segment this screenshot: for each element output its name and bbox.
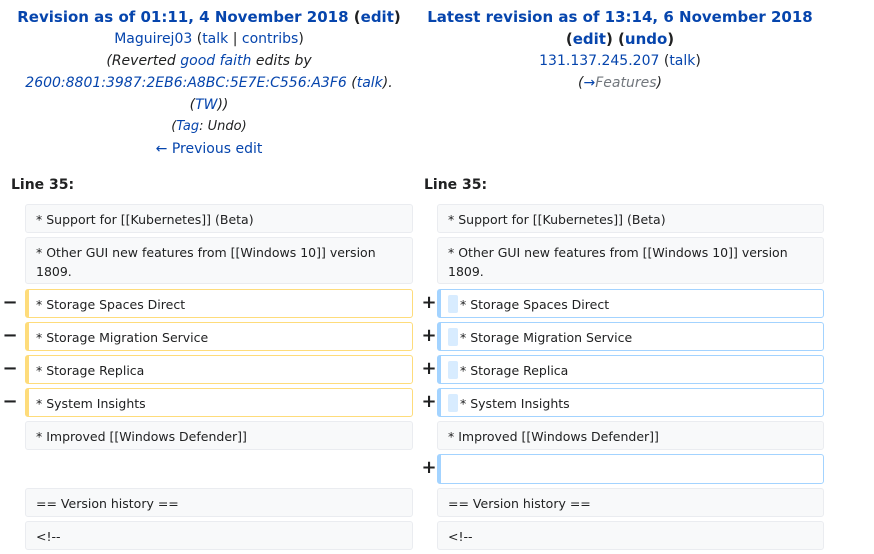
right-revision-link[interactable]: Latest revision as of 13:14, 6 November … (427, 8, 812, 26)
left-talk-link[interactable]: talk (202, 31, 228, 47)
added-line-marker: + (421, 292, 437, 313)
right-summary: (→Features) (578, 75, 662, 91)
context-line-left: * Support for [[Kubernetes]] (Beta) (25, 204, 413, 233)
section-name: Features (595, 75, 657, 91)
added-line: * Storage Migration Service (437, 322, 824, 351)
added-line: * Storage Spaces Direct (437, 289, 824, 318)
left-revision-link[interactable]: Revision as of 01:11, 4 November 2018 (17, 8, 348, 26)
previous-edit-link[interactable]: ← Previous edit (156, 141, 263, 157)
left-contribs-link[interactable]: contribs (242, 31, 298, 47)
added-line: * System Insights (437, 388, 824, 417)
deleted-line: * Storage Spaces Direct (25, 289, 413, 318)
tag-link[interactable]: Tag (176, 119, 199, 134)
good-faith-link[interactable]: good faith (180, 53, 251, 69)
left-revision-header: Revision as of 01:11, 4 November 2018 (e… (10, 6, 408, 160)
context-line-left: <!-- (25, 521, 413, 550)
tw-link[interactable]: TW (195, 97, 217, 113)
left-line-number: Line 35: (11, 177, 75, 193)
left-user-link[interactable]: Maguirej03 (114, 31, 192, 47)
right-talk-link[interactable]: talk (669, 53, 695, 69)
right-revision-header: Latest revision as of 13:14, 6 November … (420, 6, 820, 94)
right-line-number: Line 35: (424, 177, 488, 193)
context-line-right: * Support for [[Kubernetes]] (Beta) (437, 204, 824, 233)
whitespace-highlight (448, 361, 458, 379)
context-line-right: == Version history == (437, 488, 824, 517)
context-line-left: * Improved [[Windows Defender]] (25, 421, 413, 450)
deleted-line: * Storage Migration Service (25, 322, 413, 351)
added-line-marker: + (421, 325, 437, 346)
left-edit-link[interactable]: edit (361, 8, 394, 26)
left-tag-line: (Tag: Undo) (171, 119, 247, 134)
section-arrow-link[interactable]: → (583, 75, 595, 91)
added-line: * Storage Replica (437, 355, 824, 384)
context-line-right: <!-- (437, 521, 824, 550)
context-line-left: * Other GUI new features from [[Windows … (25, 237, 413, 284)
left-summary-ip-line: 2600:8801:3987:2EB6:A8BC:5E7E:C556:A3F6 … (25, 75, 393, 91)
deleted-line: * System Insights (25, 388, 413, 417)
whitespace-highlight (448, 394, 458, 412)
undo-link[interactable]: undo (625, 30, 667, 48)
context-line-right: * Improved [[Windows Defender]] (437, 421, 824, 450)
added-line-marker: + (421, 358, 437, 379)
whitespace-highlight (448, 295, 458, 313)
left-revision-title: Revision as of 01:11, 4 November 2018 (e… (17, 8, 401, 26)
left-summary: (Reverted good faith edits by (106, 53, 312, 69)
right-user-line: 131.137.245.207 (talk) (539, 53, 701, 69)
deleted-line-marker: − (2, 325, 18, 346)
left-user-line: Maguirej03 (talk | contribs) (114, 31, 304, 47)
deleted-line-marker: − (2, 391, 18, 412)
added-line-marker: + (421, 391, 437, 412)
added-empty-line (437, 454, 824, 484)
added-line-marker: + (421, 457, 437, 478)
context-line-left: == Version history == (25, 488, 413, 517)
context-line-right: * Other GUI new features from [[Windows … (437, 237, 824, 284)
whitespace-highlight (448, 328, 458, 346)
deleted-line: * Storage Replica (25, 355, 413, 384)
right-revision-title: Latest revision as of 13:14, 6 November … (420, 6, 820, 28)
right-edit-link[interactable]: edit (573, 30, 606, 48)
right-ip-link[interactable]: 131.137.245.207 (539, 53, 659, 69)
right-actions-line: (edit) (undo) (565, 30, 675, 48)
left-ip-talk-link[interactable]: talk (357, 75, 383, 91)
deleted-line-marker: − (2, 292, 18, 313)
left-ip-link[interactable]: 2600:8801:3987:2EB6:A8BC:5E7E:C556:A3F6 (25, 75, 346, 91)
deleted-line-marker: − (2, 358, 18, 379)
left-tw-line: (TW)) (189, 97, 229, 113)
